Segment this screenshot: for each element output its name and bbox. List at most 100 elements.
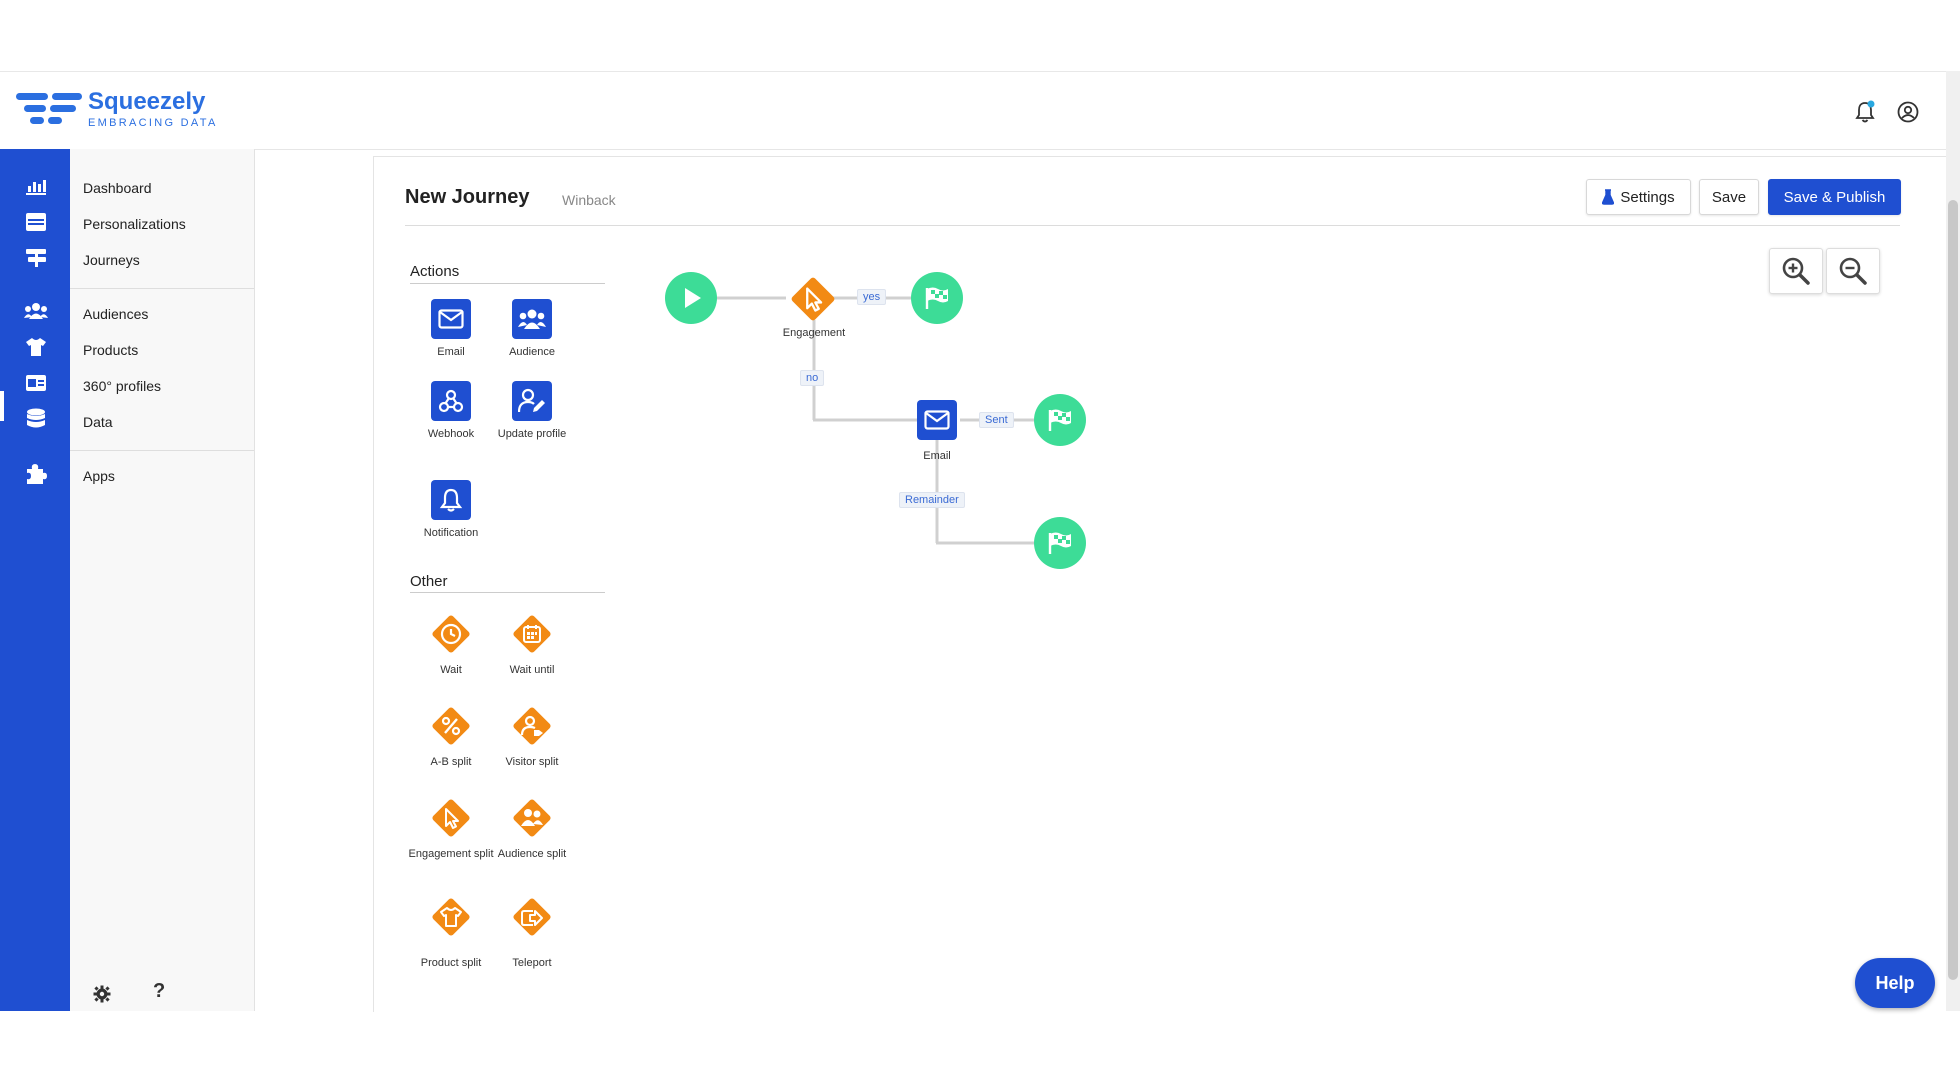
product-split-tile-label: Product split [420, 957, 482, 969]
end-node[interactable] [1034, 394, 1086, 446]
gear-icon[interactable] [93, 985, 111, 1003]
save-button[interactable]: Save [1699, 179, 1759, 215]
actions-section-label: Actions [410, 263, 460, 280]
zoom-out-icon [1839, 257, 1867, 285]
nav-item-dashboard[interactable]: Dashboard [83, 180, 152, 196]
notification-tile[interactable] [431, 480, 471, 520]
bell-icon[interactable] [1854, 100, 1876, 124]
page-title: New Journey [405, 186, 530, 208]
webhook-tile-label: Webhook [427, 428, 475, 440]
edge-label-reminder: Remainder [899, 492, 965, 508]
email-tile-label: Email [437, 346, 465, 358]
wait-until-tile[interactable] [512, 614, 552, 654]
user-circle-icon[interactable] [1897, 101, 1919, 123]
title-divider [405, 225, 1900, 226]
audience-tile[interactable] [512, 299, 552, 339]
actions-divider [410, 283, 605, 284]
ab-split-tile[interactable] [431, 706, 471, 746]
nav-item-personalizations[interactable]: Personalizations [83, 216, 186, 232]
edge-label-sent: Sent [979, 412, 1014, 428]
nav-item-360-profiles[interactable]: 360° profiles [83, 378, 161, 394]
engagement-split-tile-label: Engagement split [408, 848, 494, 860]
webhook-tile[interactable] [431, 381, 471, 421]
finish-flag-icon [1048, 532, 1071, 554]
play-icon [685, 288, 701, 308]
product-split-tile[interactable] [431, 897, 471, 937]
teleport-tile-label: Teleport [512, 957, 552, 969]
top-header: Squeezely EMBRACING DATA [0, 71, 1946, 150]
clock-icon [440, 623, 462, 645]
nav-item-journeys[interactable]: Journeys [83, 252, 140, 268]
brand-name: Squeezely [88, 88, 206, 115]
settings-button[interactable]: Settings [1586, 179, 1691, 215]
squeezely-logo-icon [16, 93, 82, 124]
zoom-out-button[interactable] [1826, 248, 1880, 294]
email-node-label: Email [923, 450, 951, 462]
end-node[interactable] [1034, 517, 1086, 569]
icon-rail [0, 149, 70, 1011]
bell-icon [439, 488, 463, 512]
finish-flag-icon [1048, 409, 1071, 431]
zoom-in-button[interactable] [1769, 248, 1823, 294]
calendar-icon [523, 625, 541, 643]
question-icon[interactable]: ? [153, 980, 165, 1003]
nav-item-apps[interactable]: Apps [83, 468, 115, 484]
help-button[interactable]: Help [1855, 958, 1935, 1008]
journey-name: Winback [562, 192, 616, 208]
email-node[interactable] [917, 400, 957, 440]
nav-item-products[interactable]: Products [83, 342, 138, 358]
scrollbar-thumb[interactable] [1948, 200, 1958, 980]
cursor-icon [806, 287, 823, 312]
save-publish-button[interactable]: Save & Publish [1768, 179, 1901, 215]
update-profile-tile-label: Update profile [497, 428, 567, 440]
email-tile[interactable] [431, 299, 471, 339]
user-edit-icon [518, 388, 545, 413]
wait-until-tile-label: Wait until [509, 664, 555, 676]
nav-panel: Dashboard Personalizations Journeys Audi… [70, 149, 255, 1011]
zoom-in-icon [1782, 257, 1810, 285]
edge-label-no: no [800, 370, 825, 386]
webhook-icon [438, 389, 464, 413]
audience-split-tile[interactable] [512, 798, 552, 838]
teleport-tile[interactable] [512, 897, 552, 937]
other-section-label: Other [410, 573, 448, 590]
wait-tile[interactable] [431, 614, 471, 654]
audience-icon [518, 309, 546, 329]
nav-item-audiences[interactable]: Audiences [83, 306, 148, 322]
brand-tagline: EMBRACING DATA [88, 117, 218, 129]
database-icon[interactable] [22, 407, 50, 431]
finish-flag-icon [925, 287, 948, 309]
other-divider [410, 592, 605, 593]
rail-active-indicator [0, 391, 4, 421]
user-tag-icon [520, 715, 543, 736]
update-profile-tile[interactable] [512, 381, 552, 421]
envelope-icon [924, 410, 950, 430]
settings-label: Settings [1620, 188, 1675, 206]
audience-icon[interactable] [22, 299, 50, 323]
engagement-node[interactable] [790, 276, 836, 322]
journey-editor-card [373, 156, 1947, 1012]
users-icon [521, 809, 543, 826]
visitor-split-tile[interactable] [512, 706, 552, 746]
nav-divider [70, 450, 254, 451]
end-node[interactable] [911, 272, 963, 324]
share-arrow-icon [521, 910, 543, 926]
journey-icon[interactable] [22, 245, 50, 269]
envelope-icon [438, 309, 464, 329]
chart-icon[interactable] [22, 174, 50, 198]
personalization-icon[interactable] [22, 210, 50, 234]
puzzle-icon[interactable] [22, 461, 50, 485]
audience-split-tile-label: Audience split [497, 848, 567, 860]
ab-split-tile-label: A-B split [430, 756, 472, 768]
shirt-icon[interactable] [22, 335, 50, 359]
profile-card-icon[interactable] [22, 371, 50, 395]
engagement-split-tile[interactable] [431, 798, 471, 838]
percent-icon [441, 716, 461, 736]
start-node[interactable] [665, 272, 717, 324]
nav-item-data[interactable]: Data [83, 414, 113, 430]
edge-label-yes: yes [857, 289, 887, 305]
notification-tile-label: Notification [423, 527, 479, 539]
cursor-icon [445, 808, 459, 829]
nav-divider [70, 288, 254, 289]
wait-tile-label: Wait [440, 664, 462, 676]
